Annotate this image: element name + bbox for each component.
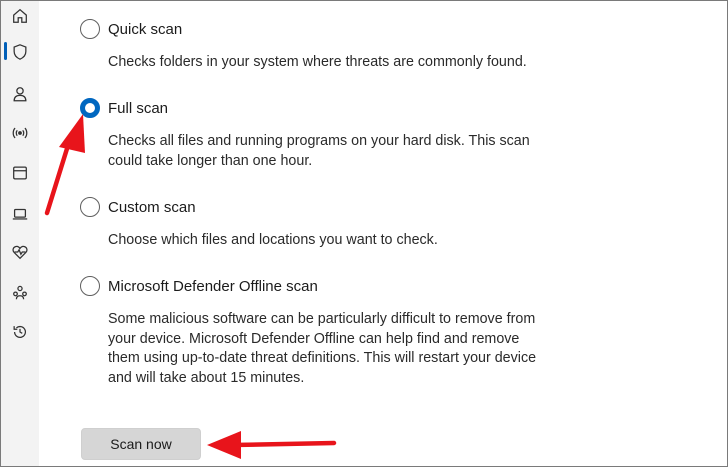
network-icon	[12, 127, 28, 139]
desc-line: them using up-to-date threat definitions…	[108, 350, 537, 366]
option-desc-quick-scan: Checks folders in your system where thre…	[108, 54, 527, 70]
sidebar-item-family-options[interactable]	[1, 278, 39, 308]
sidebar-item-account[interactable]	[1, 79, 39, 109]
family-icon	[13, 285, 27, 300]
scan-now-button[interactable]: Scan now	[81, 428, 201, 460]
sidebar-item-device-health[interactable]	[1, 237, 39, 267]
radio-custom-scan[interactable]	[80, 197, 100, 217]
desc-line: and will take about 15 minutes.	[108, 369, 305, 386]
history-icon	[13, 325, 27, 338]
desc-line: your device. Microsoft Defender Offline …	[108, 330, 520, 347]
sidebar-item-firewall[interactable]	[1, 118, 39, 148]
app-browser-icon	[13, 166, 27, 180]
desc-line: Checks all files and running programs on…	[108, 133, 530, 149]
option-title-full-scan: Full scan	[108, 100, 169, 117]
account-icon	[13, 87, 27, 102]
sidebar-item-home[interactable]	[1, 1, 39, 31]
radio-offline-scan[interactable]	[80, 276, 100, 296]
option-title-quick-scan: Quick scan	[108, 21, 183, 38]
option-title-custom-scan: Custom scan	[108, 199, 196, 216]
radio-full-scan[interactable]	[80, 98, 100, 118]
home-icon	[13, 8, 27, 23]
desc-line: could take longer than one hour.	[108, 152, 313, 169]
option-title-offline-scan: Microsoft Defender Offline scan	[108, 278, 318, 295]
sidebar-item-protection-history[interactable]	[1, 317, 39, 347]
sidebar-nav	[1, 1, 39, 466]
sidebar-item-device-security[interactable]	[1, 199, 39, 229]
device-security-icon	[12, 208, 28, 220]
radio-quick-scan[interactable]	[80, 19, 100, 39]
option-desc-custom-scan: Choose which files and locations you wan…	[108, 232, 438, 248]
shield-icon	[13, 44, 27, 60]
option-desc-offline-scan: Some malicious software can be particula…	[108, 310, 536, 388]
windows-security-window: Quick scan Checks folders in your system…	[1, 1, 727, 466]
option-desc-full-scan: Checks all files and running programs on…	[108, 132, 530, 171]
sidebar-item-virus-protection[interactable]	[1, 37, 39, 67]
desc-line: Some malicious software can be particula…	[108, 311, 536, 327]
sidebar-item-app-browser[interactable]	[1, 158, 39, 188]
device-health-icon	[12, 245, 28, 260]
